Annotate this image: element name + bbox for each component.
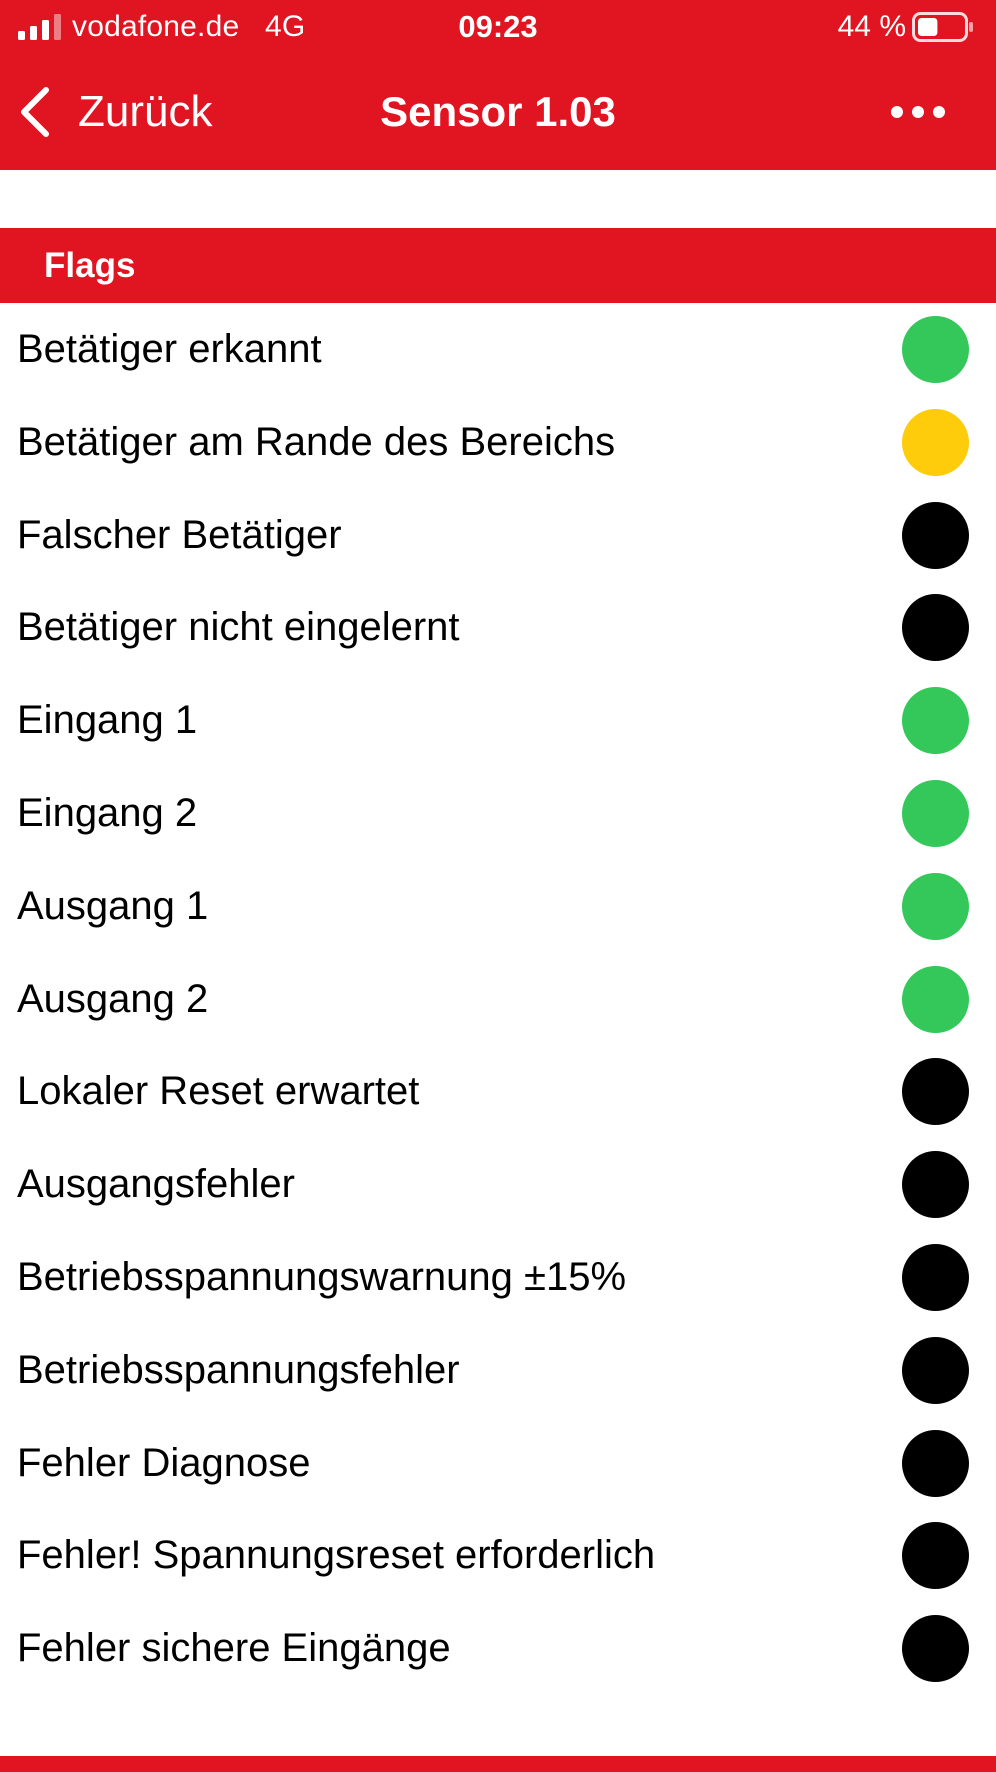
flag-row: Betätiger am Rande des Bereichs bbox=[0, 396, 996, 489]
flag-row: Falscher Betätiger bbox=[0, 489, 996, 582]
flag-label: Betätiger erkannt bbox=[17, 327, 322, 371]
flag-row: Ausgang 2 bbox=[0, 953, 996, 1046]
flag-label: Betriebsspannungsfehler bbox=[17, 1347, 460, 1392]
section-title: Flags bbox=[44, 246, 136, 285]
flag-label: Eingang 2 bbox=[17, 790, 198, 835]
more-options-icon[interactable] bbox=[890, 102, 946, 122]
status-indicator-icon bbox=[902, 1058, 969, 1126]
status-indicator-icon bbox=[902, 687, 969, 755]
status-indicator-icon bbox=[902, 1615, 969, 1683]
flag-row: Eingang 2 bbox=[0, 767, 996, 860]
navigation-bar: Zurück Sensor 1.03 bbox=[0, 54, 996, 170]
status-indicator-icon bbox=[902, 1151, 969, 1219]
flag-label: Ausgang 1 bbox=[17, 883, 209, 928]
status-indicator-icon bbox=[902, 872, 969, 940]
screen: vodafone.de 4G 09:23 44 % Zurück Sensor … bbox=[0, 0, 996, 1772]
status-indicator-icon bbox=[902, 1522, 969, 1590]
flag-row: Fehler sichere Eingänge bbox=[0, 1602, 996, 1695]
status-indicator-icon bbox=[902, 316, 969, 383]
flag-label: Lokaler Reset erwartet bbox=[17, 1069, 420, 1114]
status-bar: vodafone.de 4G 09:23 44 % bbox=[0, 0, 996, 54]
section-header-flags: Flags bbox=[0, 228, 996, 303]
flag-row: Fehler Diagnose bbox=[0, 1417, 996, 1510]
status-indicator-icon bbox=[902, 501, 969, 569]
flag-label: Fehler sichere Eingänge bbox=[17, 1626, 451, 1671]
status-indicator-icon bbox=[902, 1429, 969, 1497]
status-indicator-icon bbox=[902, 779, 969, 847]
flag-row: Fehler! Spannungsreset erforderlich bbox=[0, 1509, 996, 1602]
status-indicator-icon bbox=[902, 1243, 969, 1311]
battery-icon bbox=[912, 12, 973, 42]
flag-label: Fehler Diagnose bbox=[17, 1440, 311, 1485]
flag-row: Ausgangsfehler bbox=[0, 1138, 996, 1231]
flag-row: Betätiger nicht eingelernt bbox=[0, 581, 996, 674]
app-header: vodafone.de 4G 09:23 44 % Zurück Sensor … bbox=[0, 0, 996, 170]
flag-label: Ausgangsfehler bbox=[17, 1162, 295, 1207]
flag-label: Betriebsspannungswarnung ±15% bbox=[17, 1254, 627, 1299]
flag-label: Eingang 1 bbox=[17, 698, 198, 743]
flag-label: Falscher Betätiger bbox=[17, 512, 342, 557]
battery-percentage: 44 % bbox=[837, 10, 906, 43]
flag-label: Betätiger nicht eingelernt bbox=[17, 605, 460, 650]
status-indicator-icon bbox=[902, 594, 969, 662]
flag-row: Betriebsspannungswarnung ±15% bbox=[0, 1231, 996, 1324]
page-title: Sensor 1.03 bbox=[380, 88, 616, 135]
flag-row: Betätiger erkannt bbox=[0, 303, 996, 396]
flag-row: Ausgang 1 bbox=[0, 860, 996, 953]
flag-row: Lokaler Reset erwartet bbox=[0, 1045, 996, 1138]
flag-row: Eingang 1 bbox=[0, 674, 996, 767]
flag-list: Betätiger erkannt Betätiger am Rande des… bbox=[0, 303, 996, 1695]
status-indicator-icon bbox=[902, 1336, 969, 1404]
status-indicator-icon bbox=[902, 965, 969, 1033]
flag-label: Ausgang 2 bbox=[17, 976, 209, 1021]
flag-row: Betriebsspannungsfehler bbox=[0, 1324, 996, 1417]
status-indicator-icon bbox=[902, 408, 969, 476]
bottom-section-edge bbox=[0, 1756, 996, 1772]
flag-label: Betätiger am Rande des Bereichs bbox=[17, 419, 616, 464]
battery-level-fill bbox=[918, 18, 938, 36]
flag-label: Fehler! Spannungsreset erforderlich bbox=[17, 1533, 656, 1578]
